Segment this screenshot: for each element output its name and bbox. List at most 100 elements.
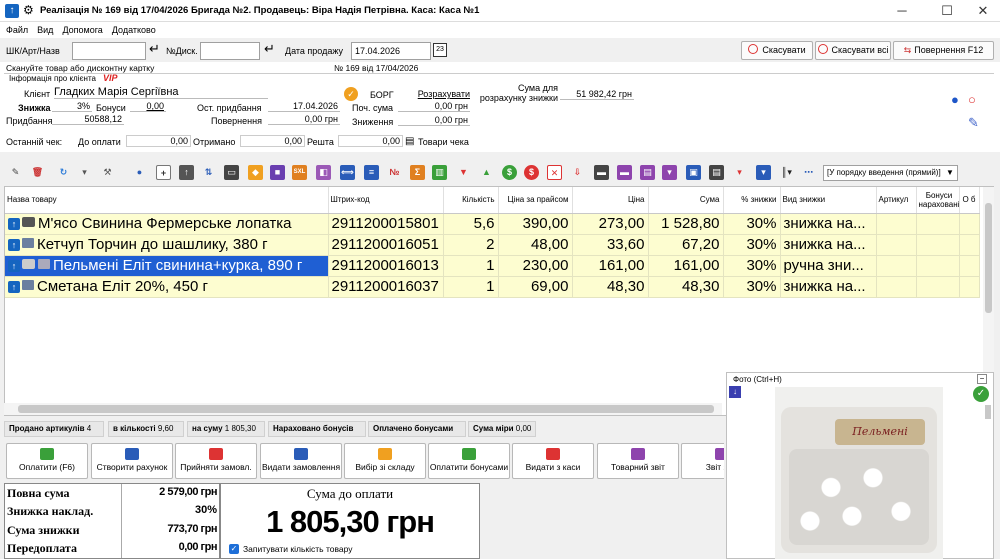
col-name[interactable]: Назва товару (5, 187, 329, 214)
warehouse-select-button[interactable]: Вибір зі складу (344, 443, 426, 479)
upload-icon[interactable]: ↑ (179, 165, 194, 180)
number-icon[interactable]: № (387, 165, 402, 180)
cell-article[interactable] (876, 213, 917, 235)
cell-barcode[interactable]: 2911200015801 (328, 213, 444, 235)
cell-qty[interactable]: 2 (443, 234, 499, 256)
cell-name[interactable]: ↑ Сметана Еліт 20%, 450 г (5, 276, 329, 298)
layers-icon[interactable]: ◆ (248, 165, 263, 180)
return-button[interactable]: ⇆ Повернення F12 (893, 41, 994, 60)
cell-disc-kind[interactable]: знижка на... (780, 276, 877, 298)
cell-extra[interactable] (959, 255, 981, 277)
cash-register-icon[interactable]: ▭ (224, 165, 239, 180)
collapse-icon[interactable]: − (977, 374, 987, 384)
cancel-all-button[interactable]: Скасувати всі (815, 41, 891, 60)
edit-icon[interactable]: ✎ (8, 165, 23, 180)
accept-order-button[interactable]: Прийняти замовл. (175, 443, 257, 479)
receipt-purple-icon[interactable]: ▤ (640, 165, 655, 180)
pay-debt-link[interactable]: Розрахувати (414, 89, 470, 99)
col-disc-pct[interactable]: % знижки (723, 187, 781, 214)
tag-icon[interactable]: ◧ (316, 165, 331, 180)
create-invoice-button[interactable]: Створити рахунок (91, 443, 173, 479)
cell-name[interactable]: ↑ Кетчуп Торчин до шашлику, 380 г (5, 234, 329, 256)
barcode-input[interactable] (72, 42, 146, 60)
price-100-icon[interactable]: ▥ (432, 165, 447, 180)
cell-bonus[interactable] (916, 234, 961, 256)
close-button[interactable]: ✕ (968, 2, 998, 20)
cash-icon[interactable]: ▾ (756, 165, 771, 180)
col-sum[interactable]: Сума (648, 187, 724, 214)
cell-disc-kind[interactable]: ручна зни... (780, 255, 877, 277)
horizontal-scrollbar[interactable] (4, 403, 722, 415)
check-circle-icon[interactable]: ✓ (973, 386, 989, 402)
cancel-box-icon[interactable]: ✕ (547, 165, 562, 180)
table-row[interactable]: ↑ М'ясо Свинина Фермерське лопатка 291120… (5, 213, 981, 235)
sale-date-input[interactable]: 17.04.2026 (351, 42, 431, 60)
sum-icon[interactable]: Σ (410, 165, 425, 180)
cart-icon[interactable]: ▾ (732, 165, 747, 180)
table-row-selected[interactable]: ↑ Пельмені Еліт свинина+курка, 890 г 2911… (5, 255, 981, 277)
cell-name[interactable]: ↑ Пельмені Еліт свинина+курка, 890 г (5, 255, 329, 277)
cell-disc-pct[interactable]: 30% (723, 234, 781, 256)
col-price[interactable]: Ціна (572, 187, 649, 214)
cash-out-button[interactable]: Видати з каси (512, 443, 594, 479)
cell-bonus[interactable] (916, 276, 961, 298)
cell-name[interactable]: ↑ М'ясо Свинина Фермерське лопатка (5, 213, 329, 235)
refresh-icon[interactable]: ↻ (56, 165, 71, 180)
cell-disc-kind[interactable]: знижка на... (780, 234, 877, 256)
cell-extra[interactable] (959, 234, 981, 256)
maximize-button[interactable]: ☐ (932, 2, 962, 20)
list-icon[interactable]: ≡ (364, 165, 379, 180)
sort-icon[interactable]: ⇅ (201, 165, 216, 180)
cell-article[interactable] (876, 276, 917, 298)
hscroll-thumb[interactable] (18, 405, 714, 413)
cell-sum[interactable]: 1 528,80 (648, 213, 724, 235)
print-menu-icon[interactable]: ▾ (662, 165, 677, 180)
cell-barcode[interactable]: 2911200016013 (328, 255, 444, 277)
id-card-icon[interactable]: ▣ (686, 165, 701, 180)
dollar-red-icon[interactable]: $ (524, 165, 539, 180)
size-icon[interactable]: SXL (292, 165, 307, 180)
pay-button[interactable]: Оплатити (F6) (6, 443, 88, 479)
col-price-list[interactable]: Ціна за прайсом (498, 187, 573, 214)
menu-view[interactable]: Вид (31, 22, 56, 35)
delete-icon[interactable]: 🗑 (30, 165, 45, 180)
tools-icon[interactable]: ⚒ (100, 165, 115, 180)
menu-extra[interactable]: Додатково (106, 22, 159, 35)
arrow-up-icon[interactable]: ▲ (479, 165, 494, 180)
menu-help[interactable]: Допомога (56, 22, 105, 35)
print-purple-icon[interactable]: ▬ (617, 165, 632, 180)
check-goods-label[interactable]: Товари чека (418, 137, 469, 147)
cell-price-list[interactable]: 390,00 (498, 213, 573, 235)
cell-price-list[interactable]: 69,00 (498, 276, 573, 298)
ask-qty-checkbox[interactable]: ✓ (229, 544, 239, 554)
cell-qty[interactable]: 5,6 (443, 213, 499, 235)
menu-file[interactable]: Файл (0, 22, 31, 35)
arrow-down-icon[interactable]: ▼ (456, 165, 471, 180)
dollar-green-icon[interactable]: $ (502, 165, 517, 180)
cell-article[interactable] (876, 234, 917, 256)
cell-extra[interactable] (959, 213, 981, 235)
col-qty[interactable]: Кількість (443, 187, 499, 214)
cell-extra[interactable] (959, 276, 981, 298)
cancel-button[interactable]: Скасувати (741, 41, 813, 60)
cell-bonus[interactable] (916, 213, 961, 235)
cell-price[interactable]: 33,60 (572, 234, 649, 256)
cell-sum[interactable]: 48,30 (648, 276, 724, 298)
cell-disc-kind[interactable]: знижка на... (780, 213, 877, 235)
person-icon[interactable]: ● (132, 165, 147, 180)
cell-sum[interactable]: 67,20 (648, 234, 724, 256)
barcode-icon[interactable]: ║▾ (779, 165, 794, 180)
filter-icon[interactable]: ⋯ (801, 165, 816, 180)
order-select[interactable]: [У порядку введення (прямий)] (823, 165, 958, 181)
gear-icon[interactable]: ⚙ (23, 3, 34, 17)
cell-disc-pct[interactable]: 30% (723, 255, 781, 277)
download-icon[interactable]: ⇩ (570, 165, 585, 180)
user-remove-icon[interactable]: ○ (968, 92, 976, 107)
cell-disc-pct[interactable]: 30% (723, 213, 781, 235)
shapes-icon[interactable]: ■ (270, 165, 285, 180)
chevron-down-icon[interactable]: ▼ (946, 168, 954, 177)
clipboard-icon[interactable]: ▾ (77, 165, 92, 180)
cell-barcode[interactable]: 2911200016051 (328, 234, 444, 256)
cell-price-list[interactable]: 48,00 (498, 234, 573, 256)
enter-icon[interactable]: ↵ (149, 41, 160, 57)
